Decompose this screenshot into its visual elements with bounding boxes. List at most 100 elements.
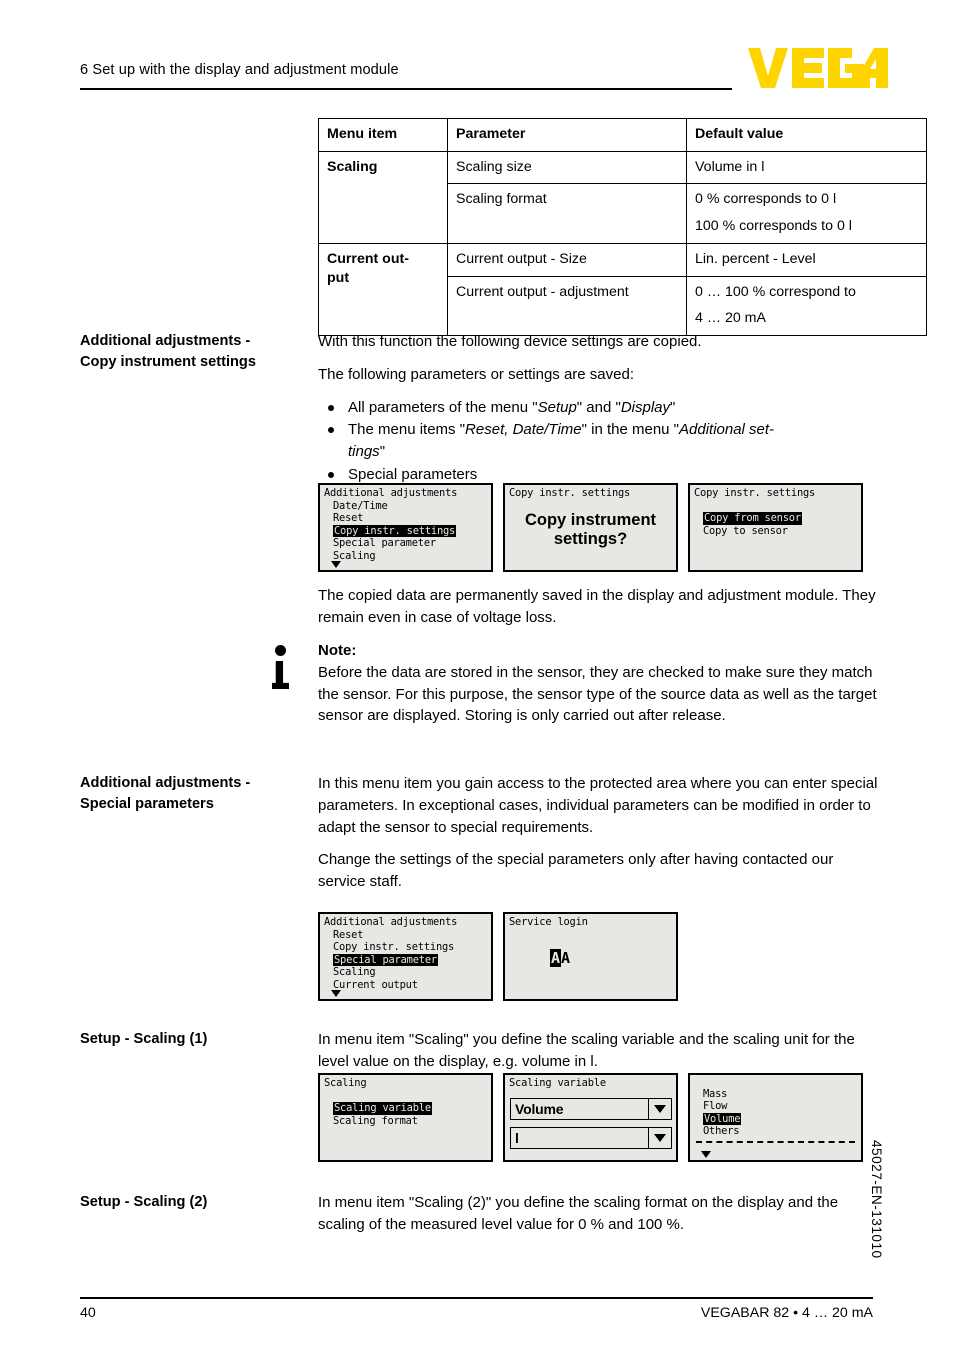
lcd-screen-scaling-menu: Scaling Scaling variable Scaling format [318,1073,493,1162]
prompt-line-1: Copy instrument [524,511,657,529]
table-row: Scaling Scaling size Volume in l [318,150,927,244]
table-header-row: Menu item Parameter Default value [318,118,927,152]
page-number: 40 [80,1305,96,1321]
lcd-menu-item: Date/Time [333,499,388,512]
cell-default-current-output-size: Lin. percent - Level [686,242,927,277]
chevron-down-icon[interactable] [648,1128,671,1148]
page-header: 6 Set up with the display and adjustment… [80,48,888,104]
chevron-down-icon[interactable] [648,1099,671,1119]
note-text: Before the data are stored in the sensor… [318,663,877,725]
lcd-title: Additional adjustments [324,487,458,499]
lcd-menu-item-selected: Scaling variable [333,1102,432,1115]
list-item: The menu items "Reset, Date/Time" in the… [318,419,878,463]
body-setup-scaling-2: In menu item "Scaling (2)" you define th… [318,1192,878,1236]
chapter-title: 6 Set up with the display and adjustment… [80,62,399,78]
col-header-menu-item: Menu item [318,118,448,152]
scroll-down-arrow-icon [331,561,341,568]
lcd-menu-item-selected: Special parameter [333,953,438,967]
lcd-menu-item: Scaling [333,966,376,979]
cell-menu-item-current-output: Current out-put [318,242,448,337]
cell-parameter-current-output-size: Current output - Size [447,242,687,277]
lcd-menu-item: Copy to sensor [703,524,788,537]
lcd-menu-item: Reset [333,928,364,941]
lcd-title: Service login [509,916,588,928]
lcd-title: Scaling variable [509,1077,606,1089]
footer-divider [80,1297,873,1299]
lcd-menu-item: Reset [333,512,364,525]
lcd-menu-item: Scaling format [333,1114,418,1127]
body-special-parameters: In this menu item you gain access to the… [318,773,878,893]
note-block: Note: Before the data are stored in the … [318,640,878,727]
default-values-table: Menu item Parameter Default value Scalin… [318,118,927,337]
body-copied-data-note: The copied data are permanently saved in… [318,585,878,629]
lcd-menu-item: Special parameter [333,537,436,550]
lcd-screen-copy-prompt: Copy instr. settings Copy instrument set… [503,483,678,572]
scaling-unit-dropdown[interactable]: l [510,1127,672,1149]
lcd-screen-copy-direction: Copy instr. settings Copy from sensor Co… [688,483,863,572]
cell-menu-item-scaling: Scaling [318,150,448,244]
service-login-code-field: AA [550,949,571,967]
cell-default-scaling-size: Volume in l [686,150,927,185]
cell-parameter-current-output-adjustment: Current output - adjustment [447,275,687,337]
lcd-menu-item-selected: Copy instr. settings [333,524,457,538]
lcd-option-mass: Mass [703,1087,728,1100]
scaling-variable-dropdown[interactable]: Volume [510,1098,672,1120]
figure-copy-instrument-settings: Additional adjustments Date/Time Reset C… [318,483,863,572]
lcd-title: Scaling [324,1077,367,1089]
scroll-down-arrow-icon [701,1151,711,1158]
cell-parameter-scaling-format: Scaling format [447,183,687,244]
col-header-parameter: Parameter [447,118,687,152]
scaling-variable-value: Volume [515,1101,564,1117]
cell-parameter-scaling-size: Scaling size [447,150,687,185]
cell-default-current-output-adjustment: 0 … 100 % correspond to 4 … 20 mA [686,275,927,337]
paragraph: The following parameters or settings are… [318,365,634,383]
lcd-option-volume-selected: Volume [703,1112,742,1126]
default-line: 0 … 100 % correspond to [695,283,856,300]
lcd-menu-item: Current output [333,978,418,991]
col-header-default-value: Default value [686,118,927,152]
paragraph: The copied data are permanently saved in… [318,587,876,626]
body-copy-instrument-settings: With this function the following device … [318,331,878,487]
lcd-option-others: Others [703,1125,740,1138]
lcd-title: Copy instr. settings [694,487,816,499]
paragraph: In menu item "Scaling (2)" you define th… [318,1194,839,1233]
lcd-screen-scaling-variable: Scaling variable Volume l [503,1073,678,1162]
default-line: 0 % corresponds to 0 l [695,191,837,208]
lcd-screen-additional-adjustments: Additional adjustments Date/Time Reset C… [318,483,493,572]
lcd-menu-item-selected: Copy from sensor [703,512,802,525]
scaling-unit-value: l [515,1130,519,1146]
figure-scaling: Scaling Scaling variable Scaling format … [318,1073,863,1162]
table-row: Current out-put Current output - Size Li… [318,242,927,337]
lcd-screen-service-login: Service login AA [503,912,678,1001]
code-char-inverted: A [550,949,562,967]
prompt-line-2: settings? [553,530,628,548]
lcd-screen-variable-options: Mass Flow Volume Others [688,1073,863,1162]
cell-default-scaling-format: 0 % corresponds to 0 l 100 % corresponds… [686,183,927,244]
paragraph: In this menu item you gain access to the… [318,775,878,836]
paragraph: Change the settings of the special param… [318,851,834,890]
lcd-option-flow: Flow [703,1100,728,1113]
lcd-divider [696,1140,855,1143]
paragraph: In menu item "Scaling" you define the sc… [318,1031,855,1070]
paragraph: With this function the following device … [318,333,702,350]
default-line: 4 … 20 mA [695,310,766,327]
vega-logo [748,46,888,90]
note-info-icon [272,645,298,691]
lcd-screen-additional-adjustments-2: Additional adjustments Reset Copy instr.… [318,912,493,1001]
default-line: 100 % corresponds to 0 l [695,218,852,235]
scroll-down-arrow-icon [331,990,341,997]
product-name: VEGABAR 82 • 4 … 20 mA [700,1305,873,1321]
lcd-prompt: Copy instrument settings? [505,511,676,549]
code-char: A [561,949,571,967]
lcd-title: Copy instr. settings [509,487,631,499]
body-setup-scaling-1: In menu item "Scaling" you define the sc… [318,1029,878,1073]
list-item: All parameters of the menu "Setup" and "… [318,397,878,419]
marginal-setup-scaling-2: Setup - Scaling (2) [80,1194,208,1210]
lcd-menu-item: Scaling [333,549,376,562]
marginal-special-parameters: Additional adjustments - Special paramete… [80,775,251,812]
document-code: 45027-EN-131010 [869,1140,884,1259]
figure-special-parameters: Additional adjustments Reset Copy instr.… [318,912,678,1001]
